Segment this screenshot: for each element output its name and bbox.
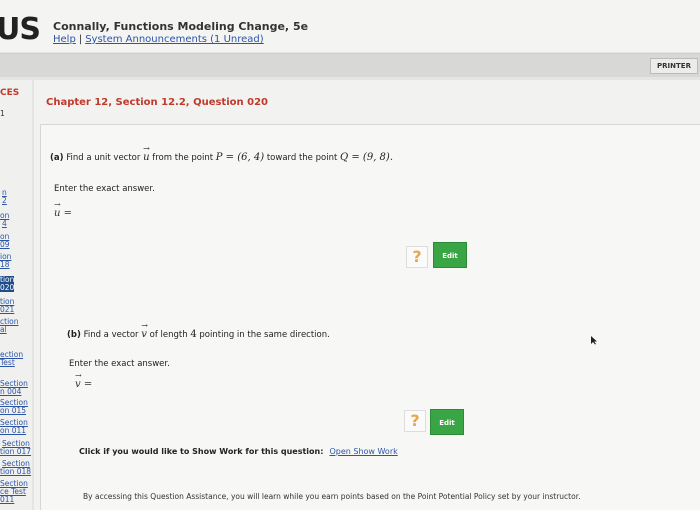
part-b-edit-button[interactable]: Edit bbox=[430, 409, 464, 435]
answer-vector-v: v bbox=[75, 371, 81, 390]
sidebar-item[interactable]: 2 bbox=[2, 197, 7, 205]
system-announcements-link[interactable]: System Announcements (1 Unread) bbox=[85, 34, 264, 45]
vector-v: v bbox=[141, 321, 147, 340]
sidebar-item[interactable]: tion 017 bbox=[0, 448, 31, 456]
part-b-prompt-1: Find a vector bbox=[83, 330, 139, 340]
main-content: Chapter 12, Section 12.2, Question 020 (… bbox=[34, 80, 700, 510]
sidebar-title: CES bbox=[0, 88, 20, 98]
site-logo: US bbox=[0, 12, 41, 47]
part-b-label: (b) bbox=[67, 330, 81, 340]
question-box: (a) Find a unit vector u from the point … bbox=[40, 124, 700, 510]
part-b-prompt-2: of length bbox=[149, 330, 188, 340]
sidebar-item[interactable]: 09 bbox=[0, 241, 10, 249]
part-a-instruction: Enter the exact answer. bbox=[54, 184, 155, 194]
question-mark-icon[interactable]: ? bbox=[406, 246, 428, 268]
question-assistance-disclaimer: By accessing this Question Assistance, y… bbox=[83, 492, 581, 501]
equals-sign: = bbox=[83, 379, 93, 390]
sidebar-item[interactable]: n 004 bbox=[0, 388, 21, 396]
sidebar-item-active[interactable]: 020 bbox=[0, 284, 15, 292]
sidebar-item[interactable]: 18 bbox=[0, 261, 10, 269]
sidebar-item[interactable]: 4 bbox=[2, 220, 7, 228]
part-a-prompt-3: toward the point bbox=[266, 153, 338, 163]
printer-button[interactable]: PRINTER bbox=[650, 58, 698, 74]
sidebar-item[interactable]: 1 bbox=[0, 110, 5, 118]
sidebar-item[interactable]: on 015 bbox=[0, 407, 26, 415]
sidebar-item[interactable]: on 011 bbox=[0, 427, 26, 435]
point-p: P = (6, 4) bbox=[215, 152, 265, 163]
top-header: US Connally, Functions Modeling Change, … bbox=[0, 0, 700, 52]
toolbar: PRINTER bbox=[0, 53, 700, 77]
part-a-answer-line: u = bbox=[54, 200, 73, 219]
sidebar-item[interactable]: 011 bbox=[0, 496, 14, 504]
sidebar-item[interactable]: 021 bbox=[0, 306, 14, 314]
help-link[interactable]: Help bbox=[53, 34, 76, 45]
point-q: Q = (9, 8). bbox=[340, 152, 393, 163]
part-a-prompt-1: Find a unit vector bbox=[66, 153, 141, 163]
course-title: Connally, Functions Modeling Change, 5e bbox=[53, 20, 309, 33]
part-b-answer-line: v = bbox=[75, 371, 93, 390]
open-show-work-link[interactable]: Open Show Work bbox=[329, 447, 397, 456]
header-links: Help | System Announcements (1 Unread) bbox=[53, 34, 264, 45]
sidebar-item[interactable]: tion 018 bbox=[0, 468, 31, 476]
page-title: Chapter 12, Section 12.2, Question 020 bbox=[46, 97, 268, 108]
question-sidebar: CES 1 n 2 on 4 on 09 ion 18 tion 020 tio… bbox=[0, 80, 32, 510]
show-work-prompt: Click if you would like to Show Work for… bbox=[79, 447, 324, 456]
link-separator: | bbox=[78, 34, 83, 45]
part-a-prompt-2: from the point bbox=[152, 153, 214, 163]
answer-vector-u: u bbox=[54, 200, 61, 219]
part-a-label: (a) bbox=[50, 153, 64, 163]
mouse-cursor-icon bbox=[591, 336, 597, 345]
equals-sign: = bbox=[63, 208, 73, 219]
vector-length: 4 bbox=[190, 329, 197, 340]
part-a-question: (a) Find a unit vector u from the point … bbox=[50, 144, 393, 163]
part-b-question: (b) Find a vector v of length 4 pointing… bbox=[67, 321, 330, 340]
question-mark-icon[interactable]: ? bbox=[404, 410, 426, 432]
part-b-prompt-3: pointing in the same direction. bbox=[199, 330, 330, 340]
show-work-row: Click if you would like to Show Work for… bbox=[79, 447, 398, 456]
sidebar-item[interactable]: al bbox=[0, 326, 7, 334]
part-b-instruction: Enter the exact answer. bbox=[69, 359, 170, 369]
part-a-edit-button[interactable]: Edit bbox=[433, 242, 467, 268]
vector-u: u bbox=[143, 144, 150, 163]
sidebar-item[interactable]: Test bbox=[0, 359, 15, 367]
